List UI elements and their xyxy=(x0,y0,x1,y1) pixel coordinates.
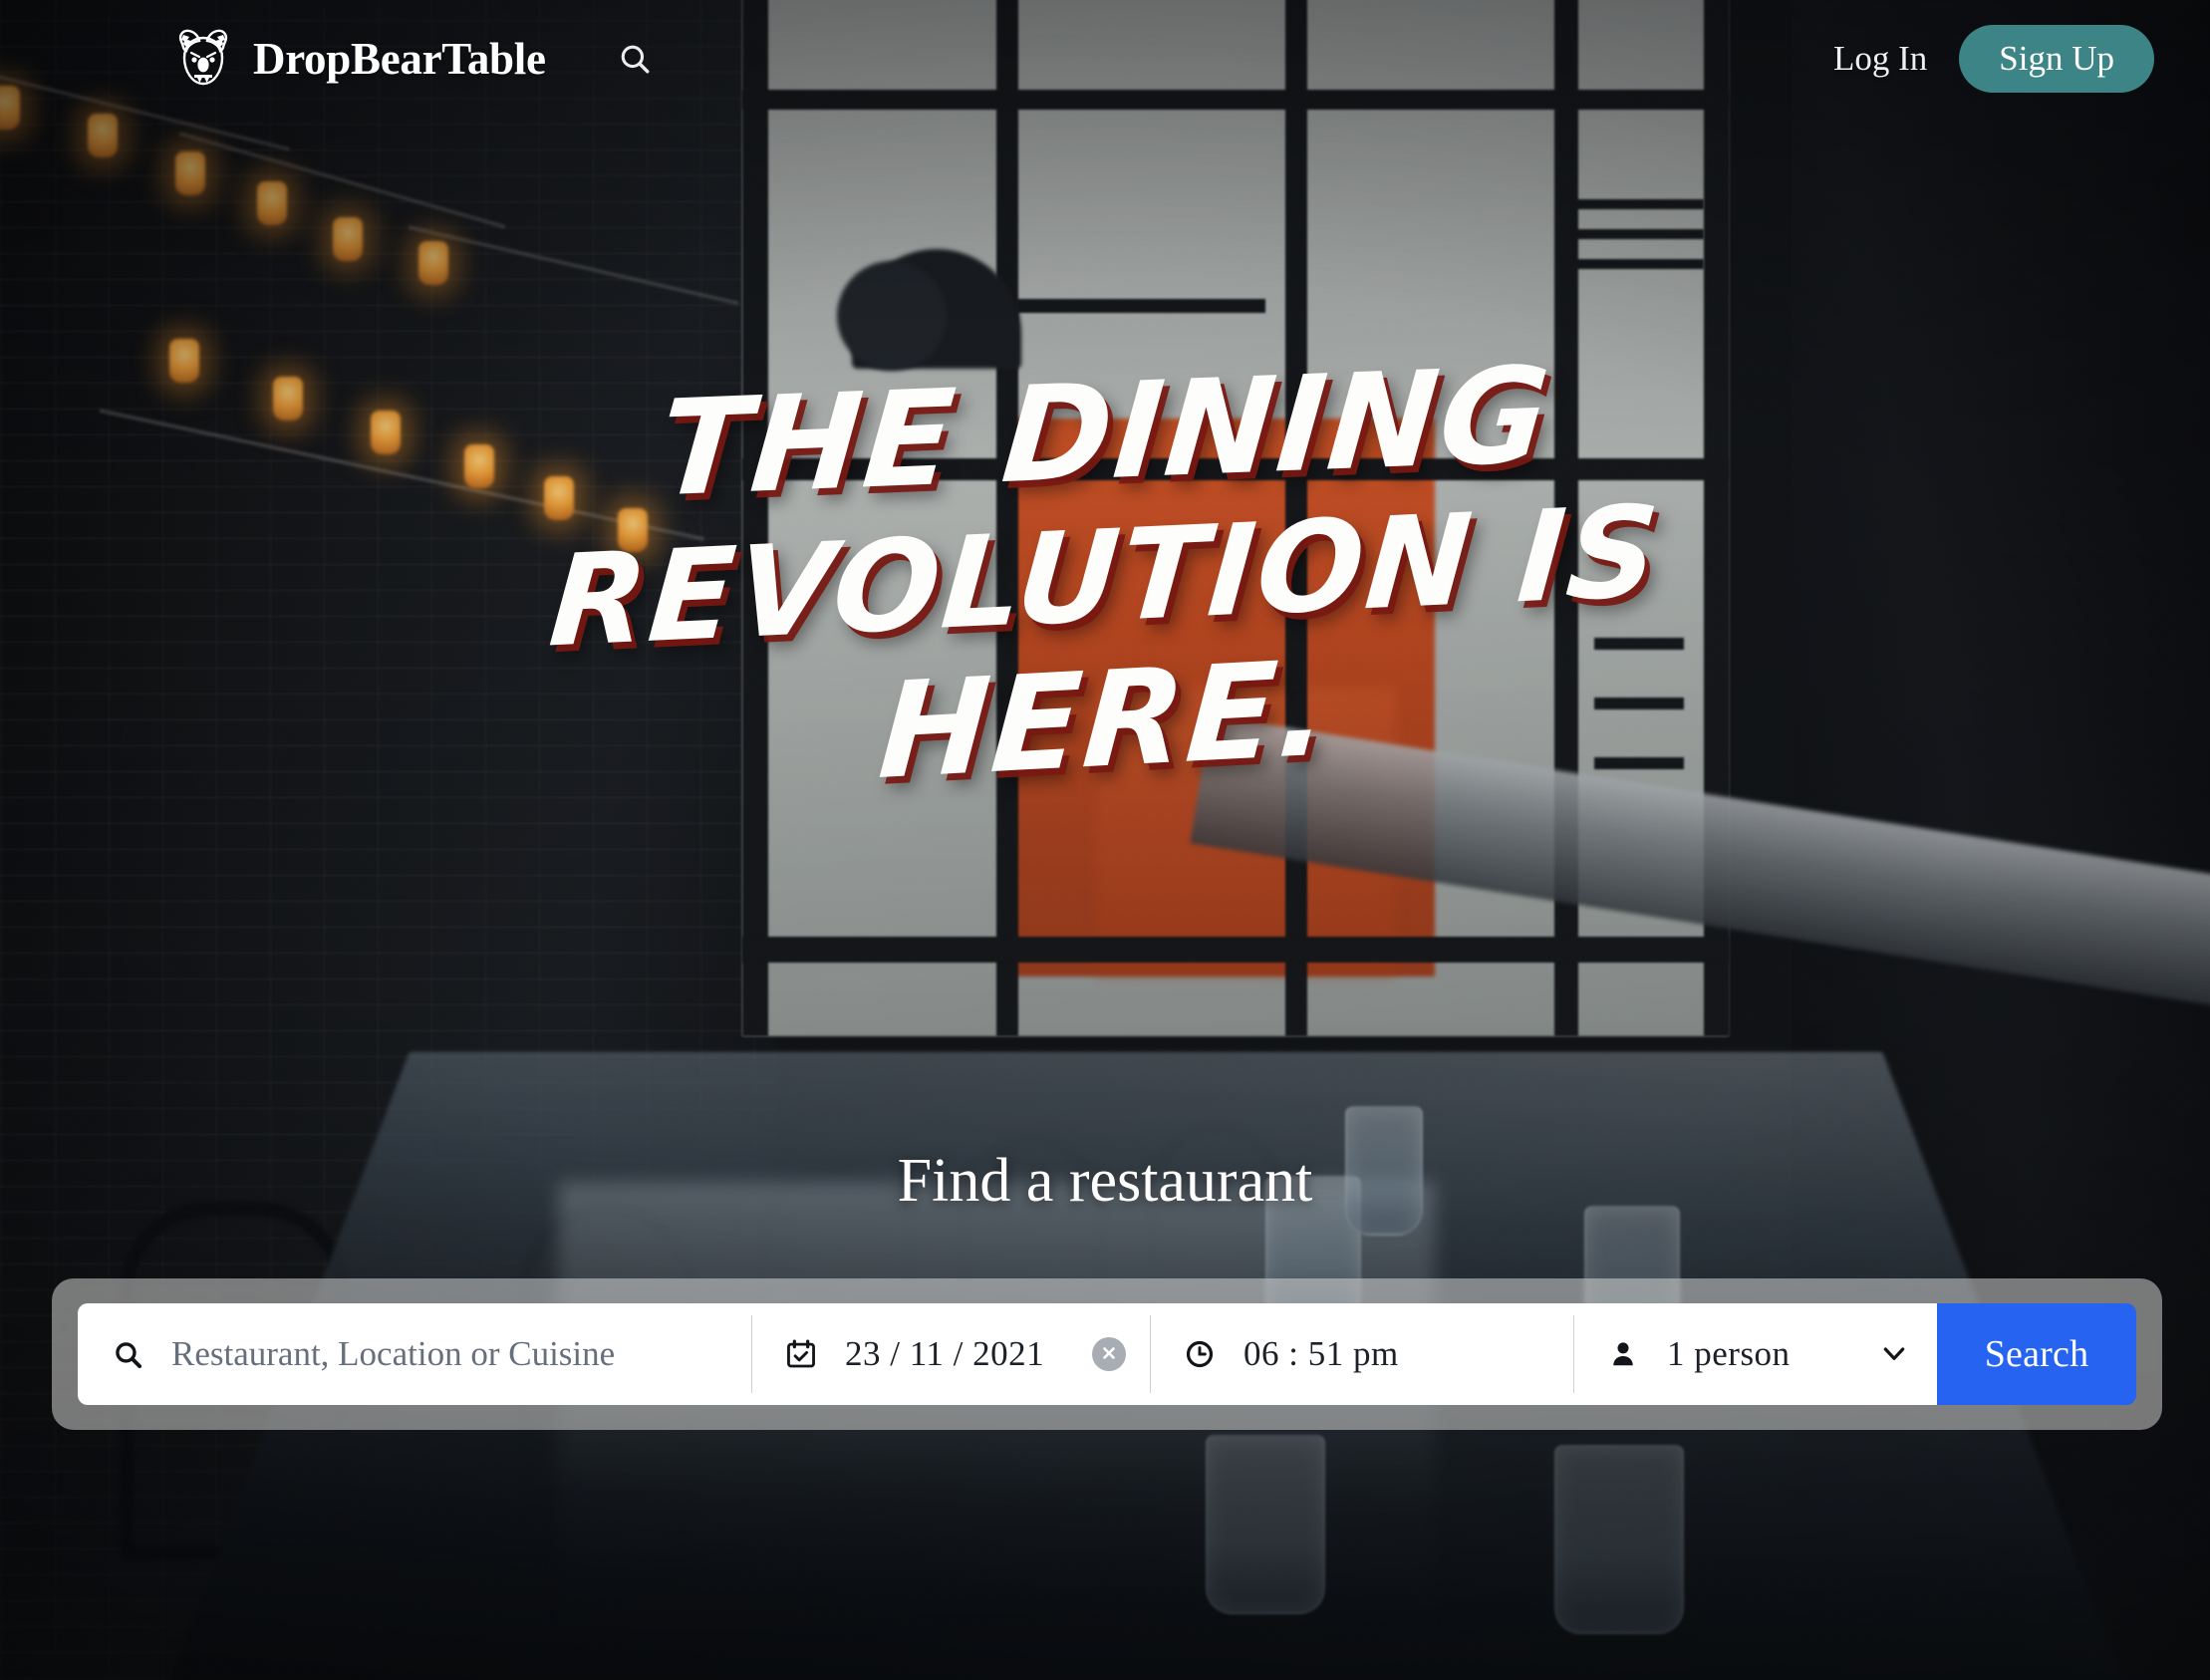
signup-button[interactable]: Sign Up xyxy=(1959,24,2154,94)
calendar-check-icon xyxy=(779,1338,823,1370)
clear-date-button[interactable] xyxy=(1092,1337,1126,1371)
person-icon xyxy=(1601,1339,1645,1369)
brand-logo-link[interactable]: DropBearTable xyxy=(169,28,546,90)
search-time-field[interactable]: 06 : 51 pm xyxy=(1150,1303,1573,1405)
header-search-button[interactable] xyxy=(612,36,658,82)
search-date-value: 23 / 11 / 2021 xyxy=(845,1334,1045,1373)
search-query-field[interactable] xyxy=(78,1303,751,1405)
search-icon xyxy=(106,1339,149,1370)
header-nav: Log In Sign Up xyxy=(1809,24,2154,94)
brand-name: DropBearTable xyxy=(253,33,546,84)
landing-page: DropBearTable Log In Sign Up The Dining … xyxy=(0,0,2210,1680)
clock-icon xyxy=(1178,1338,1222,1370)
koala-drop-bear-icon xyxy=(169,28,237,90)
party-size-dropdown-button[interactable] xyxy=(1877,1337,1911,1372)
search-party-size-field[interactable]: 1 person xyxy=(1573,1303,1937,1405)
search-icon xyxy=(618,42,652,76)
search-date-field[interactable]: 23 / 11 / 2021 xyxy=(751,1303,1150,1405)
chevron-down-icon xyxy=(1878,1337,1910,1372)
clear-circle-icon xyxy=(1100,1344,1118,1365)
search-input[interactable] xyxy=(149,1334,751,1374)
login-link[interactable]: Log In xyxy=(1809,29,1951,89)
search-party-size-value: 1 person xyxy=(1667,1334,1791,1373)
search-submit-button[interactable]: Search xyxy=(1937,1303,2136,1405)
search-time-value: 06 : 51 pm xyxy=(1243,1334,1399,1373)
site-header: DropBearTable Log In Sign Up xyxy=(0,0,2210,118)
restaurant-search-bar: 23 / 11 / 2021 06 : 51 pm xyxy=(52,1278,2162,1430)
